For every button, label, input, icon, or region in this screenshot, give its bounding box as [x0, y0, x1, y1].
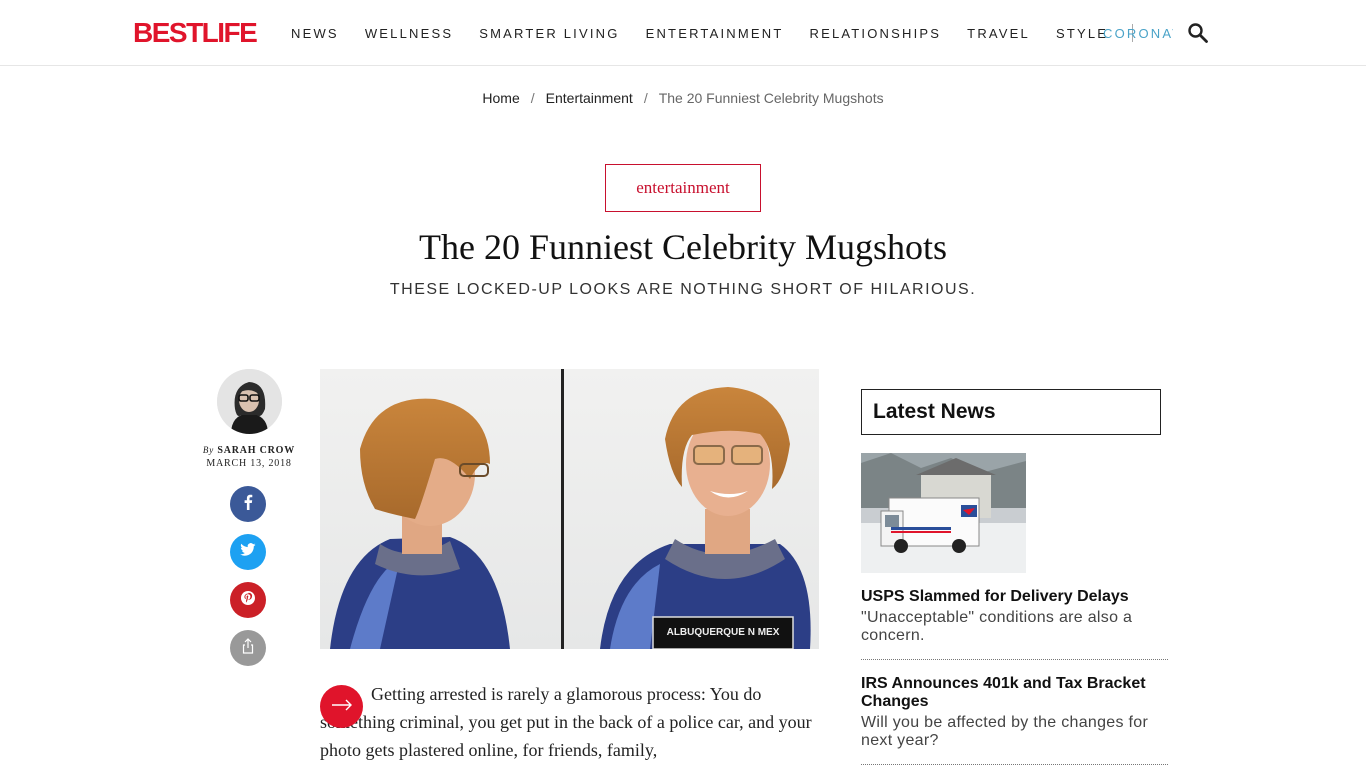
nav-overflow: CORONAVIRUS: [1103, 25, 1173, 43]
main-nav: NEWS WELLNESS SMARTER LIVING ENTERTAINME…: [291, 24, 1157, 42]
byline-prefix: By: [202, 445, 215, 455]
breadcrumb-separator: /: [530, 90, 535, 106]
mugshot-placard: ALBUQUERQUE N MEX: [667, 627, 780, 638]
hero-mugshot-image: ALBUQUERQUE N MEX: [320, 369, 819, 649]
arrow-right-icon: [331, 698, 353, 716]
news-description: "Unacceptable" conditions are also a con…: [861, 609, 1133, 644]
search-icon[interactable]: [1187, 22, 1209, 44]
twitter-icon: [240, 542, 256, 562]
author-name[interactable]: SARAH CROW: [217, 445, 295, 456]
facebook-share-button[interactable]: [230, 486, 266, 522]
publish-date: MARCH 13, 2018: [206, 458, 292, 469]
pinterest-icon: [240, 590, 256, 611]
news-title[interactable]: IRS Announces 401k and Tax Bracket Chang…: [861, 675, 1168, 711]
article-lead: Getting arrested is rarely a glamorous p…: [320, 684, 812, 760]
breadcrumb-current: The 20 Funniest Celebrity Mugshots: [658, 90, 884, 106]
share-icon: [241, 637, 255, 659]
latest-news-heading: Latest News: [861, 389, 1161, 435]
nav-item-coronavirus[interactable]: CORONAVIRUS: [1103, 26, 1173, 41]
read-more-button[interactable]: [320, 685, 363, 728]
breadcrumb-home[interactable]: Home: [482, 90, 519, 106]
page-title: The 20 Funniest Celebrity Mugshots: [419, 227, 947, 267]
nav-item-travel[interactable]: TRAVEL: [967, 26, 1030, 41]
news-description: Will you be affected by the changes for …: [861, 714, 1149, 749]
page-subtitle: THESE LOCKED-UP LOOKS ARE NOTHING SHORT …: [389, 281, 977, 298]
nav-item-style[interactable]: STYLE: [1056, 26, 1108, 41]
news-thumbnail-usps[interactable]: [861, 453, 1026, 573]
pinterest-share-button[interactable]: [230, 582, 266, 618]
byline: By SARAH CROW MARCH 13, 2018: [190, 444, 308, 470]
nav-item-news[interactable]: NEWS: [291, 26, 339, 41]
breadcrumb: Home / Entertainment / The 20 Funniest Celeb…: [0, 90, 1366, 106]
breadcrumb-separator: /: [643, 90, 648, 106]
nav-item-smarter-living[interactable]: SMARTER LIVING: [479, 26, 619, 41]
breadcrumb-section[interactable]: Entertainment: [546, 90, 633, 106]
category-tag[interactable]: entertainment: [605, 164, 761, 212]
share-button[interactable]: [230, 630, 266, 666]
news-title[interactable]: USPS Slammed for Delivery Delays: [861, 588, 1168, 606]
avatar[interactable]: [217, 369, 282, 434]
facebook-icon: [241, 494, 255, 515]
site-header: BESTLIFE NEWS WELLNESS SMARTER LIVING EN…: [0, 0, 1366, 66]
site-logo[interactable]: BESTLIFE: [133, 18, 258, 48]
nav-item-wellness[interactable]: WELLNESS: [365, 26, 453, 41]
nav-item-entertainment[interactable]: ENTERTAINMENT: [646, 26, 784, 41]
twitter-share-button[interactable]: [230, 534, 266, 570]
list-item[interactable]: IRS Announces 401k and Tax Bracket Chang…: [861, 675, 1168, 765]
list-item[interactable]: USPS Slammed for Delivery Delays "Unacce…: [861, 588, 1168, 660]
nav-item-relationships[interactable]: RELATIONSHIPS: [810, 26, 942, 41]
